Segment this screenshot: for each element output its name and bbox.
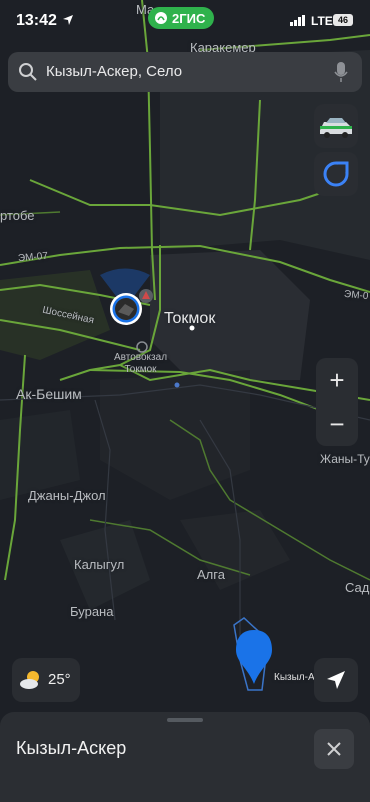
map-label-zhany-tu: Жаны-Ту — [320, 452, 370, 466]
map-label-sado: Садо — [345, 580, 370, 595]
map-label-alga: Алга — [197, 567, 225, 582]
search-input[interactable]: Кызыл-Аскер, Село — [46, 63, 182, 80]
map-label-zhany-zhol: Джаны-Джол — [28, 488, 106, 503]
zoom-in-label: + — [329, 364, 345, 395]
navigator-button[interactable] — [314, 152, 358, 196]
map-label-kalygul: Калыгул — [74, 557, 125, 572]
zoom-out-button[interactable]: − — [316, 402, 358, 446]
bus-station-line1: Автовокзал — [114, 352, 168, 363]
map-label-ak-beshim: Ак-Бешим — [16, 386, 82, 402]
network-type: LTE — [311, 14, 333, 28]
battery-icon: 46 — [333, 14, 353, 26]
navigation-arrow-icon — [327, 671, 345, 689]
car-icon — [320, 118, 352, 138]
place-title: Кызыл-Аскер — [16, 738, 127, 758]
status-bar: 13:42 2ГИС LTE 46 — [0, 0, 370, 44]
navigator-icon — [323, 161, 349, 187]
brand-badge[interactable]: 2ГИС — [148, 7, 215, 29]
map-label-bus-station[interactable]: Автовокзал Токмок — [114, 352, 167, 376]
close-icon — [327, 742, 341, 756]
weather-temperature: 25° — [48, 671, 71, 688]
cellular-signal-icon — [290, 15, 305, 26]
my-location-button[interactable] — [314, 658, 358, 702]
search-bar[interactable]: Кызыл-Аскер, Село — [8, 52, 362, 92]
search-icon — [19, 63, 37, 81]
zoom-controls: + − — [316, 358, 358, 446]
close-button[interactable] — [314, 729, 354, 769]
zoom-out-label: − — [329, 408, 345, 439]
map-label-burana: Бурана — [70, 604, 114, 619]
map-label-city-tokmok[interactable]: Токмок — [164, 310, 215, 328]
map-label-rtobe: ртобе — [0, 208, 35, 223]
location-arrow-icon — [63, 15, 73, 25]
map-label-kyzyl-a: Кызыл-А — [274, 672, 315, 683]
place-bottom-sheet[interactable]: Кызыл-Аскер — [0, 712, 370, 802]
taxi-button[interactable] — [314, 104, 358, 148]
sheet-drag-handle[interactable] — [167, 718, 203, 722]
zoom-in-button[interactable]: + — [316, 358, 358, 402]
bus-station-line2: Токмок — [124, 364, 157, 375]
brand-name: 2ГИС — [172, 10, 206, 26]
partly-cloudy-icon — [20, 671, 39, 689]
logo-icon — [155, 12, 167, 24]
microphone-icon[interactable] — [334, 61, 348, 83]
status-time: 13:42 — [16, 12, 57, 29]
weather-widget[interactable]: 25° — [12, 658, 80, 702]
